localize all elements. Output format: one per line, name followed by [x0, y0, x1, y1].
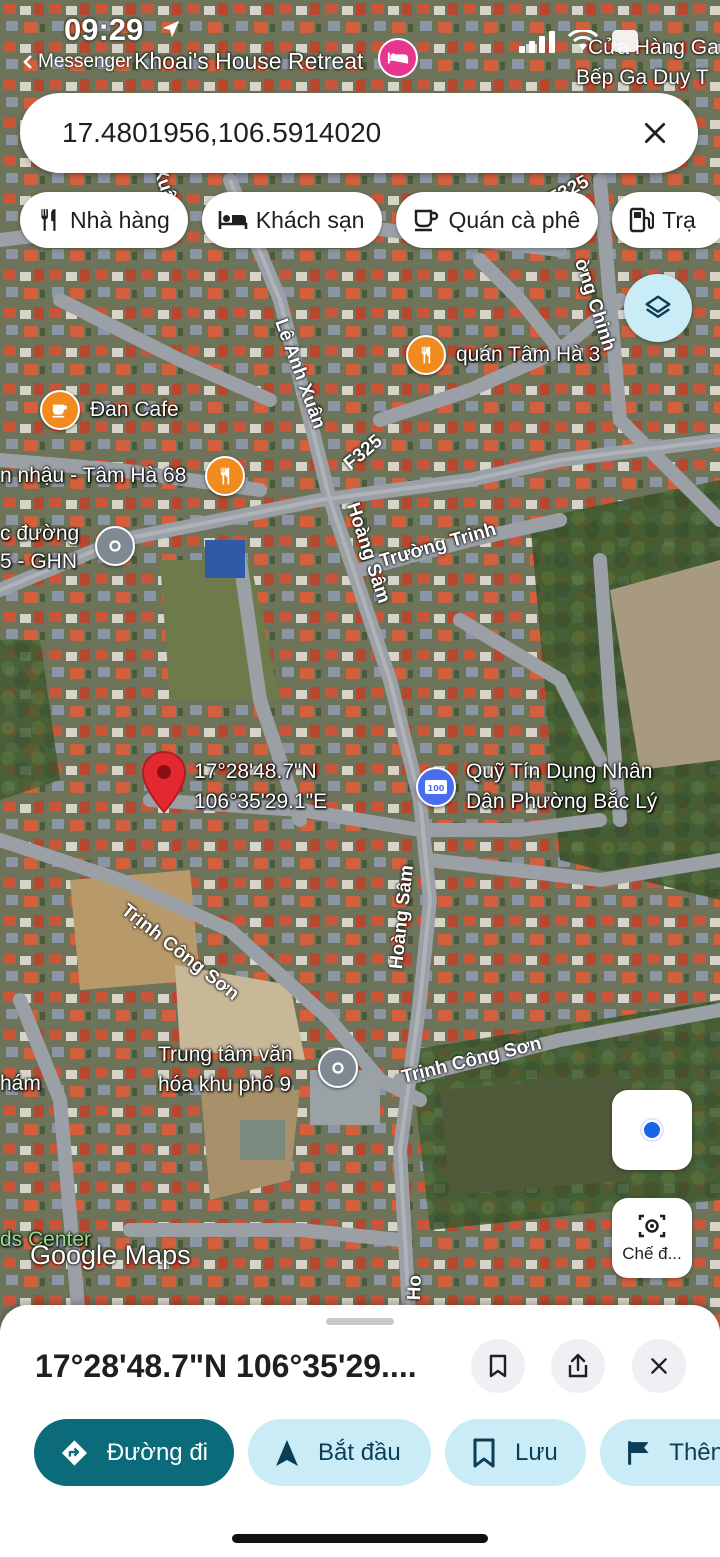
place-label-ghn-1[interactable]: c đường — [0, 522, 79, 546]
save-label: Lưu — [515, 1438, 558, 1466]
start-button[interactable]: Bắt đầu — [248, 1419, 431, 1486]
search-bar[interactable]: 17.4801956,106.5914020 — [20, 93, 698, 173]
gas-station-icon — [629, 207, 655, 233]
back-chevron-icon — [23, 55, 32, 69]
chip-label: Nhà hàng — [70, 206, 170, 233]
place-label-trung-tam-2[interactable]: hóa khu phố 9 — [158, 1073, 291, 1097]
start-label: Bắt đầu — [318, 1438, 401, 1466]
coffee-icon — [415, 209, 439, 232]
directions-button[interactable]: Đường đi — [34, 1419, 234, 1486]
close-sheet-button[interactable] — [632, 1339, 686, 1393]
capture-mode-button[interactable]: Chế đ... — [612, 1198, 692, 1278]
category-chips: Nhà hàng Khách sạn Quán cà phê Trạ — [20, 192, 720, 248]
restaurant-icon — [41, 209, 56, 231]
location-poi-icon[interactable] — [318, 1048, 358, 1088]
chip-coffee[interactable]: Quán cà phê — [396, 192, 599, 248]
search-input[interactable]: 17.4801956,106.5914020 — [62, 117, 642, 149]
sheet-drag-handle[interactable] — [326, 1318, 394, 1325]
cellular-signal-icon — [519, 31, 555, 53]
action-buttons: Đường đi Bắt đầu Lưu Thên — [34, 1419, 720, 1486]
chip-label: Quán cà phê — [448, 206, 581, 233]
place-label-quy-tin-dung-1[interactable]: Quỹ Tín Dụng Nhân — [466, 760, 652, 784]
share-icon — [568, 1353, 588, 1378]
bookmark-icon — [489, 1354, 507, 1378]
chip-label: Trạ — [662, 206, 696, 233]
google-maps-logo: Google Maps — [30, 1240, 191, 1270]
layers-button[interactable] — [624, 274, 692, 342]
hotel-poi-icon[interactable] — [378, 38, 418, 78]
bookmark-icon — [473, 1438, 495, 1467]
location-arrow-icon — [162, 20, 180, 38]
directions-label: Đường đi — [106, 1438, 208, 1466]
pin-coordinates-lat: 17°28'48.7"N — [194, 760, 317, 783]
place-label-dan-cafe[interactable]: Đan Cafe — [90, 398, 179, 422]
place-bottom-sheet[interactable]: 17°28'48.7"N 106°35'29.... Đường đi Bắt … — [0, 1305, 720, 1557]
place-label-trung-tam-1[interactable]: Trung tâm văn — [158, 1043, 293, 1067]
close-icon — [651, 1358, 667, 1374]
camera-lens-icon — [638, 1214, 666, 1238]
top-right-label-1: Cửa Hàng Ga — [588, 36, 719, 59]
directions-icon — [61, 1439, 88, 1466]
status-time: 09:29 — [64, 12, 144, 47]
share-button[interactable] — [551, 1339, 605, 1393]
chip-restaurants[interactable]: Nhà hàng — [20, 192, 188, 248]
top-place-label[interactable]: Khoai's House Retreat — [134, 48, 363, 75]
atm-badge: 100 — [428, 784, 445, 793]
status-bar: 09:29 Messenger Khoai's House Retreat Cử… — [0, 0, 720, 90]
back-to-messenger[interactable]: Messenger — [38, 51, 132, 73]
place-label-ghn-2[interactable]: 5 - GHN — [0, 550, 77, 574]
flag-icon — [628, 1440, 649, 1465]
atm-poi-icon[interactable]: 100 — [416, 767, 456, 807]
save-button[interactable]: Lưu — [445, 1419, 586, 1486]
navigation-arrow-icon — [276, 1439, 298, 1466]
chip-hotels[interactable]: Khách sạn — [201, 192, 383, 248]
place-label-quan-tam-ha-3[interactable]: quán Tâm Hà 3 — [456, 343, 600, 367]
my-location-icon — [640, 1118, 664, 1142]
layers-icon — [645, 295, 671, 318]
top-right-label-2: Bếp Ga Duy T — [576, 66, 709, 89]
road-label-hoang-sam-3: Ho — [404, 1274, 426, 1301]
cafe-poi-icon[interactable] — [40, 390, 80, 430]
save-bookmark-button[interactable] — [471, 1339, 525, 1393]
place-label-quy-tin-dung-2[interactable]: Dân Phường Bắc Lý — [466, 790, 657, 814]
place-label-nhau-tam-ha-68[interactable]: n nhậu - Tâm Hà 68 — [0, 464, 186, 488]
add-label-label: Thên — [669, 1438, 720, 1466]
capture-mode-label: Chế đ... — [622, 1244, 682, 1263]
battery-icon — [612, 30, 638, 52]
location-poi-icon[interactable] — [95, 526, 135, 566]
place-title: 17°28'48.7"N 106°35'29.... — [35, 1348, 417, 1384]
chip-gas-station[interactable]: Trạ — [612, 192, 720, 248]
close-icon[interactable] — [642, 120, 668, 146]
my-location-button[interactable] — [612, 1090, 692, 1170]
hotel-icon — [218, 211, 248, 229]
home-indicator[interactable] — [232, 1534, 488, 1543]
place-label-left-edge: hám — [0, 1072, 41, 1095]
restaurant-poi-icon[interactable] — [205, 456, 245, 496]
pin-coordinates-lng: 106°35'29.1"E — [194, 790, 328, 813]
dropped-pin-icon[interactable] — [141, 750, 187, 814]
restaurant-poi-icon[interactable] — [406, 335, 446, 375]
chip-label: Khách sạn — [255, 206, 365, 233]
add-label-button[interactable]: Thên — [600, 1419, 720, 1486]
